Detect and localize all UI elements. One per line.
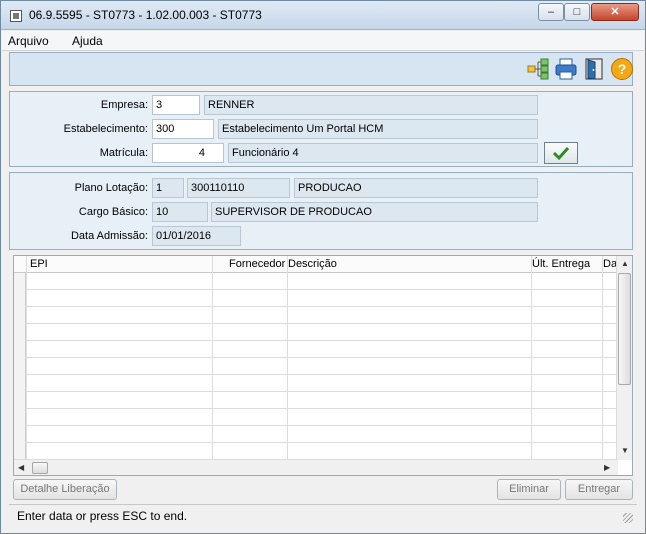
epi-grid[interactable]: EPI Fornecedor Descrição Últ. Entrega Da… <box>13 255 633 476</box>
col-divider <box>287 256 288 460</box>
menu-arquivo[interactable]: Arquivo <box>8 34 49 48</box>
row-selector[interactable] <box>14 341 26 358</box>
table-row[interactable] <box>14 409 618 426</box>
plano-lotacao-value: 300110110 <box>187 178 290 198</box>
plano-lotacao-label: Plano Lotação: <box>74 182 148 194</box>
employee-selection-panel: Empresa: 3 RENNER Estabelecimento: 300 E… <box>9 91 633 167</box>
row-selector[interactable] <box>14 358 26 375</box>
app-icon <box>10 10 22 22</box>
horizontal-scroll-thumb[interactable] <box>32 462 48 474</box>
scroll-down-arrow-icon[interactable]: ▼ <box>621 446 629 455</box>
entregar-button[interactable]: Entregar <box>565 479 633 500</box>
title-bar[interactable]: 06.9.5595 - ST0773 - 1.02.00.003 - ST077… <box>1 1 645 30</box>
empresa-code-input[interactable]: 3 <box>152 95 200 115</box>
eliminar-button[interactable]: Eliminar <box>497 479 561 500</box>
scroll-right-arrow-icon[interactable]: ▶ <box>604 463 610 472</box>
matricula-description: Funcionário 4 <box>228 143 538 163</box>
cargo-basico-description: SUPERVISOR DE PRODUCAO <box>211 202 538 222</box>
col-header-ult-entrega[interactable]: Últ. Entrega <box>532 258 590 270</box>
data-admissao-label: Data Admissão: <box>70 230 148 242</box>
table-row[interactable] <box>14 426 618 443</box>
printer-icon[interactable] <box>554 57 578 81</box>
grid-header: EPI Fornecedor Descrição Últ. Entrega Da <box>14 256 618 273</box>
vertical-scrollbar[interactable]: ▲ ▼ <box>616 256 632 460</box>
close-button[interactable]: ✕ <box>591 3 639 21</box>
cargo-basico-code: 10 <box>152 202 208 222</box>
scroll-up-arrow-icon[interactable]: ▲ <box>621 259 629 268</box>
menu-bar: Arquivo Ajuda <box>2 31 644 51</box>
detalhe-liberacao-button[interactable]: Detalhe Liberação <box>13 479 117 500</box>
table-row[interactable] <box>14 443 618 460</box>
estabelecimento-code-input[interactable]: 300 <box>152 119 214 139</box>
confirm-button[interactable] <box>544 142 578 164</box>
help-icon[interactable]: ? <box>610 57 634 81</box>
row-selector[interactable] <box>14 290 26 307</box>
application-window: 06.9.5595 - ST0773 - 1.02.00.003 - ST077… <box>0 0 646 534</box>
col-divider <box>602 256 603 460</box>
maximize-button[interactable]: □ <box>564 3 590 21</box>
status-bar: Enter data or press ESC to end. <box>9 504 637 526</box>
row-selector[interactable] <box>14 375 26 392</box>
scroll-left-arrow-icon[interactable]: ◀ <box>18 463 24 472</box>
data-admissao-value: 01/01/2016 <box>152 226 241 246</box>
table-row[interactable] <box>14 392 618 409</box>
cargo-basico-label: Cargo Básico: <box>78 206 148 218</box>
table-row[interactable] <box>14 375 618 392</box>
table-row[interactable] <box>14 307 618 324</box>
horizontal-scrollbar[interactable]: ◀ ▶ <box>14 459 618 475</box>
row-selector[interactable] <box>14 307 26 324</box>
matricula-input[interactable]: 4 <box>152 143 224 163</box>
employee-info-panel: Plano Lotação: 1 300110110 PRODUCAO Carg… <box>9 172 633 250</box>
table-row[interactable] <box>14 358 618 375</box>
plano-lotacao-code: 1 <box>152 178 184 198</box>
col-header-descricao[interactable]: Descrição <box>288 258 337 270</box>
status-text: Enter data or press ESC to end. <box>17 509 188 523</box>
table-row[interactable] <box>14 341 618 358</box>
matricula-label: Matrícula: <box>99 147 148 159</box>
exit-door-icon[interactable] <box>582 57 606 81</box>
col-header-fornecedor[interactable]: Fornecedor <box>229 258 285 270</box>
plano-lotacao-description: PRODUCAO <box>294 178 538 198</box>
col-divider <box>531 256 532 460</box>
col-divider <box>212 256 213 460</box>
menu-ajuda[interactable]: Ajuda <box>72 34 103 48</box>
row-selector[interactable] <box>14 443 26 460</box>
svg-text:?: ? <box>618 61 627 77</box>
col-divider <box>26 256 27 460</box>
row-selector[interactable] <box>14 426 26 443</box>
checkmark-icon <box>545 146 577 166</box>
resize-grip-icon[interactable] <box>623 513 633 523</box>
table-row[interactable] <box>14 324 618 341</box>
minimize-button[interactable]: – <box>538 3 564 21</box>
estabelecimento-label: Estabelecimento: <box>63 123 148 135</box>
row-selector[interactable] <box>14 273 26 290</box>
row-selector[interactable] <box>14 324 26 341</box>
table-row[interactable] <box>14 290 618 307</box>
table-row[interactable] <box>14 273 618 290</box>
vertical-scroll-thumb[interactable] <box>618 273 631 385</box>
row-selector[interactable] <box>14 392 26 409</box>
empresa-description: RENNER <box>204 95 538 115</box>
window-title: 06.9.5595 - ST0773 - 1.02.00.003 - ST077… <box>29 8 262 22</box>
row-selector[interactable] <box>14 409 26 426</box>
col-header-epi[interactable]: EPI <box>30 258 48 270</box>
tree-icon[interactable] <box>526 57 550 81</box>
col-header-data[interactable]: Da <box>603 258 617 270</box>
toolbar: ? <box>9 52 633 86</box>
empresa-label: Empresa: <box>100 99 148 111</box>
estabelecimento-description: Estabelecimento Um Portal HCM <box>218 119 538 139</box>
